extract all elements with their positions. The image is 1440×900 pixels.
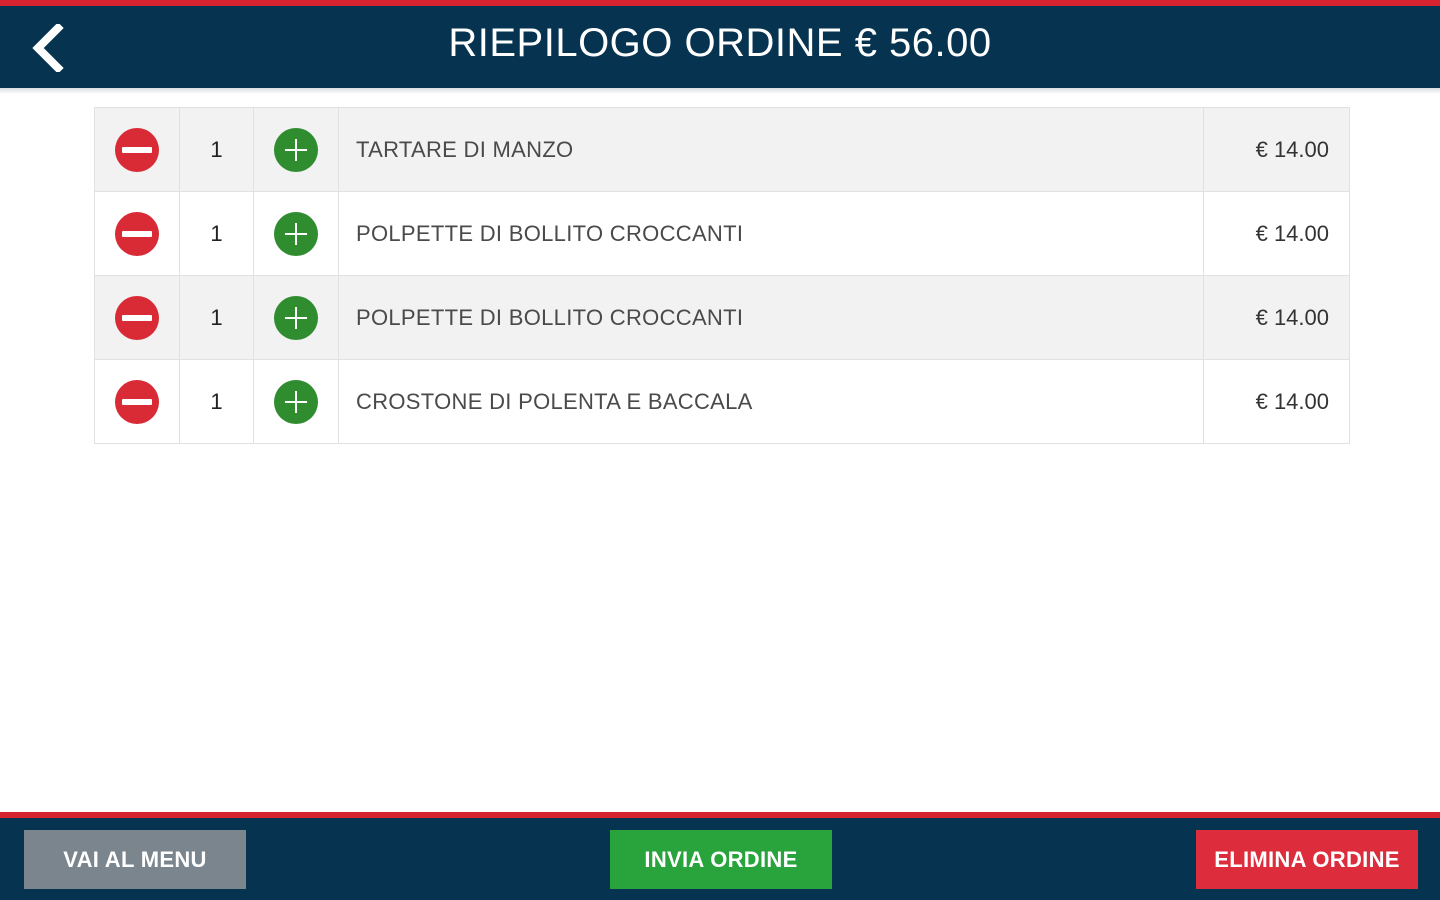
send-order-button[interactable]: INVIA ORDINE bbox=[610, 830, 832, 889]
decrease-quantity-button[interactable] bbox=[115, 127, 159, 172]
item-name: CROSTONE DI POLENTA E BACCALA bbox=[338, 359, 1204, 444]
page-title: RIEPILOGO ORDINE € 56.00 bbox=[448, 21, 992, 65]
item-name: POLPETTE DI BOLLITO CROCCANTI bbox=[338, 191, 1204, 276]
footer-bar: VAI AL MENU INVIA ORDINE ELIMINA ORDINE bbox=[0, 812, 1440, 900]
minus-cell bbox=[94, 107, 180, 192]
quantity-value: 1 bbox=[179, 191, 254, 276]
table-row: 1 POLPETTE DI BOLLITO CROCCANTI € 14.00 bbox=[94, 275, 1350, 360]
order-items-table: 1 TARTARE DI MANZO € 14.00 1 POLPETTE DI… bbox=[94, 107, 1350, 444]
delete-order-button[interactable]: ELIMINA ORDINE bbox=[1196, 830, 1418, 889]
increase-quantity-button[interactable] bbox=[274, 379, 318, 424]
item-price: € 14.00 bbox=[1203, 275, 1350, 360]
table-row: 1 TARTARE DI MANZO € 14.00 bbox=[94, 107, 1350, 192]
quantity-value: 1 bbox=[179, 359, 254, 444]
decrease-quantity-button[interactable] bbox=[115, 295, 159, 340]
plus-cell bbox=[253, 191, 339, 276]
item-price: € 14.00 bbox=[1203, 359, 1350, 444]
order-summary-screen: RIEPILOGO ORDINE € 56.00 1 TARTARE DI MA… bbox=[0, 0, 1440, 900]
table-row: 1 POLPETTE DI BOLLITO CROCCANTI € 14.00 bbox=[94, 191, 1350, 276]
decrease-quantity-button[interactable] bbox=[115, 379, 159, 424]
go-to-menu-button[interactable]: VAI AL MENU bbox=[24, 830, 246, 889]
quantity-value: 1 bbox=[179, 275, 254, 360]
item-name: TARTARE DI MANZO bbox=[338, 107, 1204, 192]
item-price: € 14.00 bbox=[1203, 191, 1350, 276]
table-row: 1 CROSTONE DI POLENTA E BACCALA € 14.00 bbox=[94, 359, 1350, 444]
item-name: POLPETTE DI BOLLITO CROCCANTI bbox=[338, 275, 1204, 360]
increase-quantity-button[interactable] bbox=[274, 211, 318, 256]
minus-cell bbox=[94, 275, 180, 360]
item-price: € 14.00 bbox=[1203, 107, 1350, 192]
plus-cell bbox=[253, 107, 339, 192]
plus-cell bbox=[253, 359, 339, 444]
header-bar: RIEPILOGO ORDINE € 56.00 bbox=[0, 0, 1440, 88]
plus-cell bbox=[253, 275, 339, 360]
decrease-quantity-button[interactable] bbox=[115, 211, 159, 256]
increase-quantity-button[interactable] bbox=[274, 295, 318, 340]
minus-cell bbox=[94, 191, 180, 276]
increase-quantity-button[interactable] bbox=[274, 127, 318, 172]
quantity-value: 1 bbox=[179, 107, 254, 192]
minus-cell bbox=[94, 359, 180, 444]
header-shadow bbox=[0, 88, 1440, 94]
